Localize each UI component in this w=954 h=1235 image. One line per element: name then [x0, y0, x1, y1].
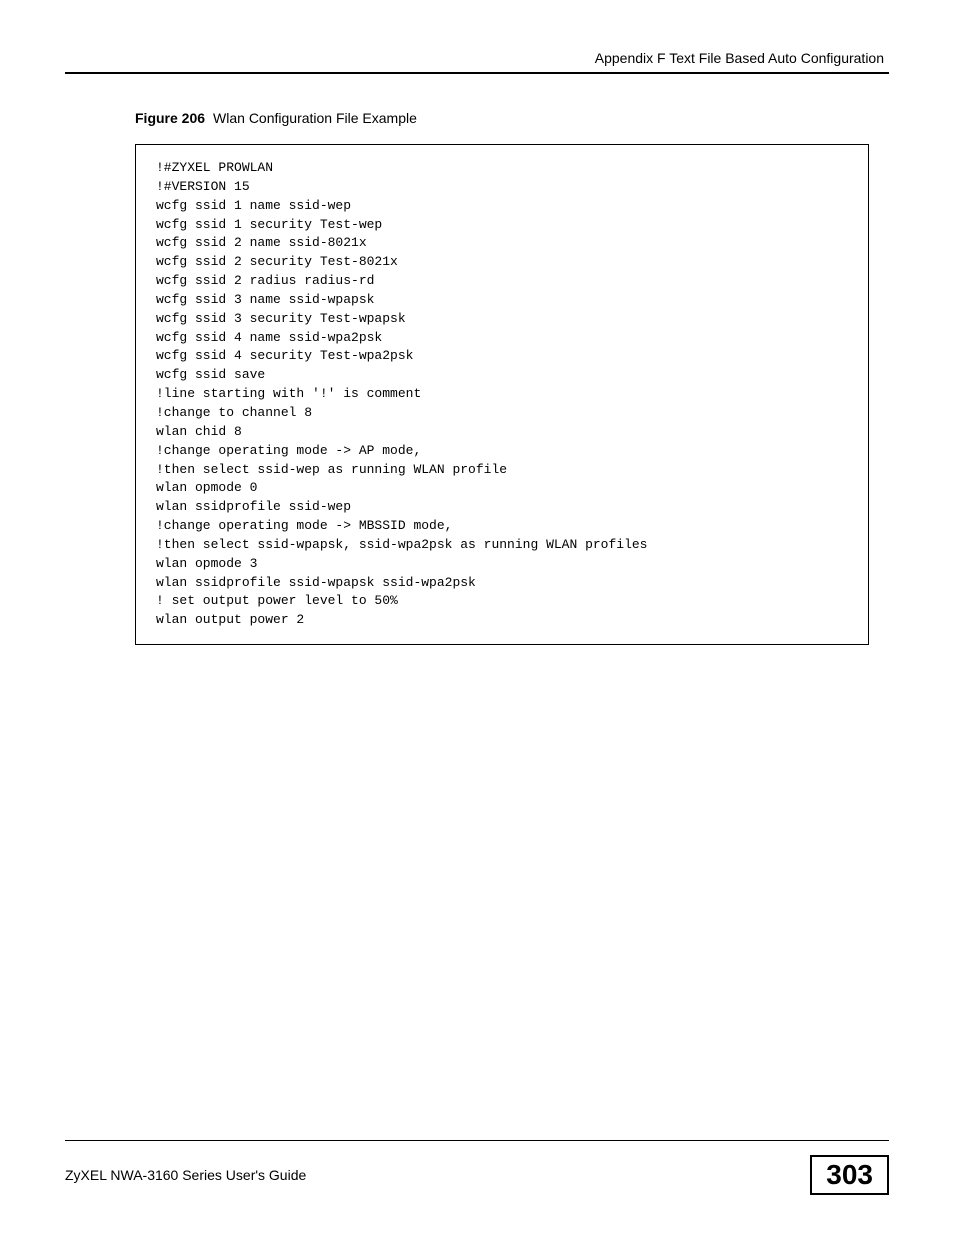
page-container: Appendix F Text File Based Auto Configur… [0, 0, 954, 1235]
figure-title: Wlan Configuration File Example [213, 110, 417, 126]
spacer [65, 645, 889, 1140]
guide-title: ZyXEL NWA-3160 Series User's Guide [65, 1167, 306, 1183]
footer-rule [65, 1140, 889, 1141]
footer: ZyXEL NWA-3160 Series User's Guide 303 [65, 1147, 889, 1195]
figure-label: Figure 206 [135, 110, 205, 126]
header-rule [65, 72, 889, 74]
page-number: 303 [810, 1155, 889, 1195]
header-title: Appendix F Text File Based Auto Configur… [65, 50, 889, 72]
figure-caption: Figure 206 Wlan Configuration File Exampl… [135, 110, 889, 126]
code-block: !#ZYXEL PROWLAN !#VERSION 15 wcfg ssid 1… [135, 144, 869, 645]
